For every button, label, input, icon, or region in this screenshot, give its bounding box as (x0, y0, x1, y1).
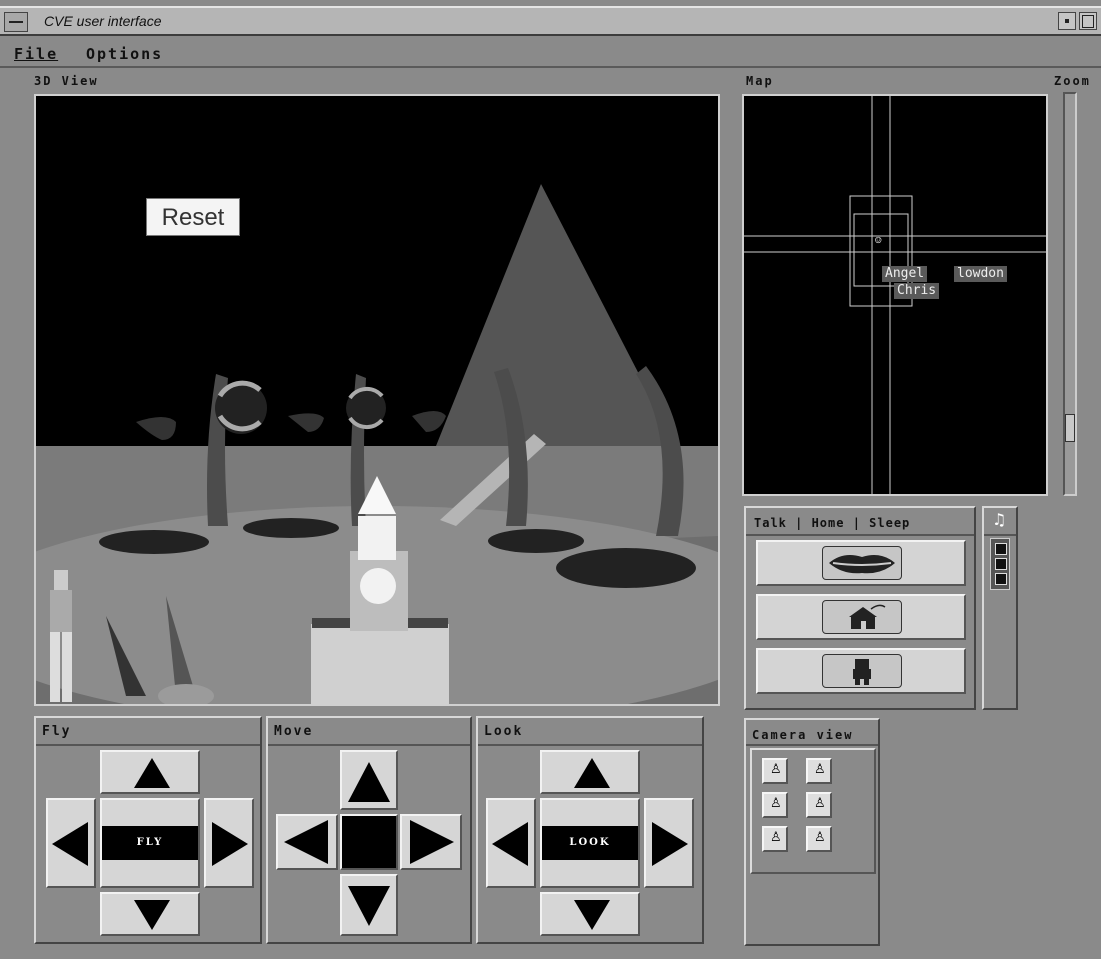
3d-viewport[interactable]: Reset (34, 94, 720, 706)
menu-options[interactable]: Options (86, 45, 163, 63)
move-left-button[interactable] (276, 814, 338, 870)
camera-side-right-button[interactable]: ♙ (806, 792, 832, 818)
arrow-right-icon (410, 820, 454, 864)
camera-back-left-button[interactable]: ♙ (762, 826, 788, 852)
look-left-button[interactable] (486, 798, 536, 888)
arrow-left-icon (492, 822, 528, 866)
arrow-left-icon (52, 822, 88, 866)
camera-side-left-button[interactable]: ♙ (762, 792, 788, 818)
camera-button-grid: ♙ ♙ ♙ ♙ ♙ ♙ (750, 748, 876, 874)
fly-up-button[interactable] (100, 750, 200, 794)
move-right-button[interactable] (400, 814, 462, 870)
house-icon (849, 604, 886, 629)
camera-view-title: Camera view (752, 728, 854, 742)
menu-bar: File Options (0, 38, 1101, 68)
window-menu-button[interactable] (4, 12, 28, 32)
move-title: Move (274, 724, 314, 739)
zoom-slider[interactable] (1063, 92, 1077, 496)
person-icon: ♙ (770, 762, 782, 777)
map-view[interactable]: ☺ Angel lowdon Chris (742, 94, 1048, 496)
arrow-down-icon (348, 886, 390, 926)
arrow-up-icon (134, 758, 170, 788)
person-icon: ♙ (814, 762, 826, 777)
arrow-down-icon (574, 900, 610, 930)
camera-view-panel: Camera view ♙ ♙ ♙ ♙ ♙ ♙ (744, 718, 880, 946)
zoom-label: Zoom (1054, 74, 1091, 88)
audio-panel: ♫ (982, 506, 1018, 710)
look-up-button[interactable] (540, 750, 640, 794)
music-note-icon[interactable]: ♫ (992, 510, 1006, 529)
reset-button[interactable]: Reset (146, 198, 240, 236)
map-label-angel: Angel (882, 266, 928, 282)
title-bar: CVE user interface (0, 6, 1101, 36)
camera-back-right-button[interactable]: ♙ (806, 826, 832, 852)
camera-front-left-button[interactable]: ♙ (762, 758, 788, 784)
maximize-button[interactable] (1079, 12, 1097, 30)
fly-panel: Fly FLY (34, 716, 262, 944)
look-center-button[interactable]: LOOK (540, 798, 640, 888)
look-down-button[interactable] (540, 892, 640, 936)
map-avatar-marker: ☺ (875, 234, 882, 247)
application-window: CVE user interface File Options 3D View … (0, 0, 1101, 959)
audio-level-meter[interactable] (990, 538, 1010, 590)
home-button[interactable] (756, 594, 966, 640)
move-down-button[interactable] (340, 874, 398, 936)
arrow-left-icon (284, 820, 328, 864)
map-label-chris: Chris (894, 283, 940, 299)
sleep-button[interactable] (756, 648, 966, 694)
person-icon: ♙ (814, 830, 826, 845)
person-icon: ♙ (814, 796, 826, 811)
camera-front-right-button[interactable]: ♙ (806, 758, 832, 784)
arrow-right-icon (212, 822, 248, 866)
move-panel: Move (266, 716, 472, 944)
fly-title: Fly (42, 724, 72, 739)
robot-sleep-icon (853, 659, 871, 685)
action-panel: Talk | Home | Sleep (744, 506, 976, 710)
move-center-button[interactable] (340, 814, 398, 870)
look-panel: Look LOOK (476, 716, 704, 944)
fly-center-label: FLY (102, 826, 198, 860)
arrow-right-icon (652, 822, 688, 866)
look-title: Look (484, 724, 524, 739)
lips-icon (829, 555, 895, 574)
view3d-label: 3D View (34, 74, 99, 88)
map-label-lowdon: lowdon (954, 266, 1007, 282)
look-right-button[interactable] (644, 798, 694, 888)
minimize-button[interactable] (1058, 12, 1076, 30)
person-icon: ♙ (770, 796, 782, 811)
talk-button[interactable] (756, 540, 966, 586)
action-header: Talk | Home | Sleep (754, 516, 911, 530)
fly-right-button[interactable] (204, 798, 254, 888)
map-label: Map (746, 74, 774, 88)
arrow-down-icon (134, 900, 170, 930)
look-center-label: LOOK (542, 826, 638, 860)
person-icon: ♙ (770, 830, 782, 845)
fly-center-button[interactable]: FLY (100, 798, 200, 888)
move-up-button[interactable] (340, 750, 398, 810)
fly-down-button[interactable] (100, 892, 200, 936)
arrow-up-icon (348, 762, 390, 802)
scene-render (36, 184, 718, 704)
pyramid (436, 184, 676, 446)
arrow-up-icon (574, 758, 610, 788)
zoom-slider-thumb[interactable] (1065, 414, 1075, 442)
menu-file[interactable]: File (14, 45, 58, 63)
fly-left-button[interactable] (46, 798, 96, 888)
window-title: CVE user interface (44, 13, 162, 29)
